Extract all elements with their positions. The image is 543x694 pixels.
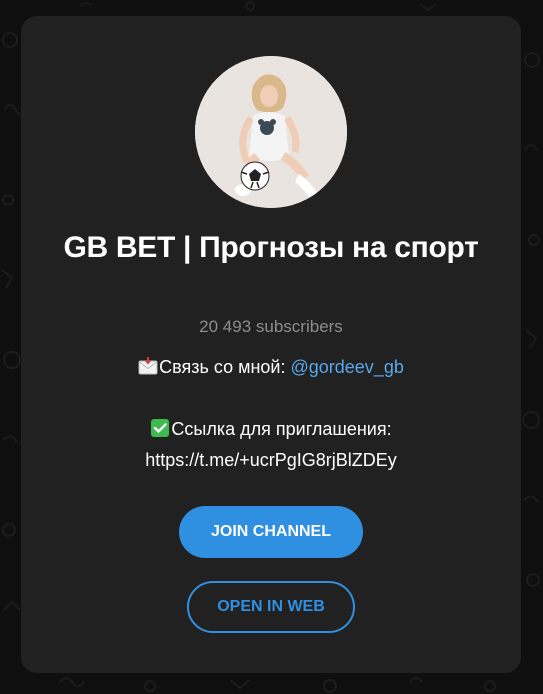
- join-channel-button[interactable]: JOIN CHANNEL: [179, 506, 363, 558]
- contact-line: Связь со мной: @gordeev_gb: [41, 356, 501, 378]
- avatar-photo: [195, 56, 347, 208]
- channel-avatar: [195, 56, 347, 208]
- envelope-icon: [138, 357, 158, 375]
- contact-label: Связь со мной:: [159, 357, 291, 377]
- check-mark-icon: [151, 419, 170, 437]
- open-in-web-button[interactable]: OPEN IN WEB: [187, 581, 355, 633]
- invite-url[interactable]: https://t.me/+ucrPgIG8rjBlZDEy: [41, 449, 501, 471]
- subscriber-count: 20 493 subscribers: [199, 317, 343, 336]
- channel-card: GB BET | Прогнозы на спорт 20 493 subscr…: [21, 16, 521, 673]
- invite-label: Ссылка для приглашения:: [171, 419, 392, 439]
- channel-title: GB BET | Прогнозы на спорт: [63, 231, 479, 264]
- invite-label-line: Ссылка для приглашения:: [41, 418, 501, 440]
- contact-link[interactable]: @gordeev_gb: [290, 357, 403, 377]
